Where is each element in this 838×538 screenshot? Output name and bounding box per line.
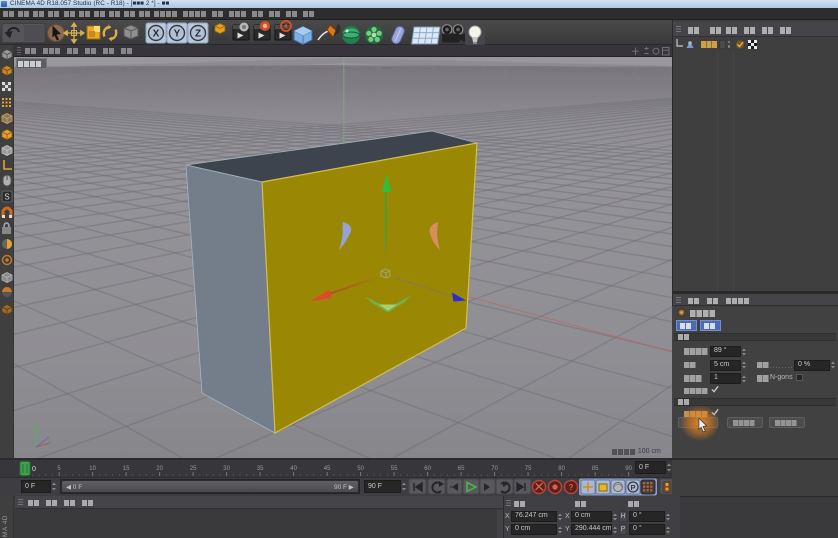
svg-text:60: 60	[424, 466, 431, 472]
svg-text:50: 50	[357, 466, 364, 472]
svg-text:45: 45	[324, 466, 331, 472]
svg-text:5: 5	[57, 466, 61, 472]
svg-text:X: X	[153, 29, 160, 40]
svg-text:35: 35	[257, 466, 264, 472]
svg-text:0: 0	[32, 466, 36, 473]
svg-text:15: 15	[123, 466, 130, 472]
svg-text:70: 70	[491, 466, 498, 472]
svg-text:P: P	[630, 483, 635, 492]
svg-text:?: ?	[569, 483, 574, 492]
svg-text:55: 55	[391, 466, 398, 472]
svg-text:80: 80	[558, 466, 565, 472]
svg-text:S: S	[4, 193, 9, 202]
svg-text:75: 75	[525, 466, 532, 472]
svg-text:30: 30	[223, 466, 230, 472]
svg-text:90: 90	[625, 466, 632, 472]
svg-text:20: 20	[156, 466, 163, 472]
svg-text:Y: Y	[174, 29, 181, 40]
svg-text:25: 25	[190, 466, 197, 472]
svg-text:65: 65	[458, 466, 465, 472]
svg-text:Z: Z	[195, 29, 201, 40]
svg-text:10: 10	[89, 466, 96, 472]
svg-text:85: 85	[592, 466, 599, 472]
svg-text:40: 40	[290, 466, 297, 472]
